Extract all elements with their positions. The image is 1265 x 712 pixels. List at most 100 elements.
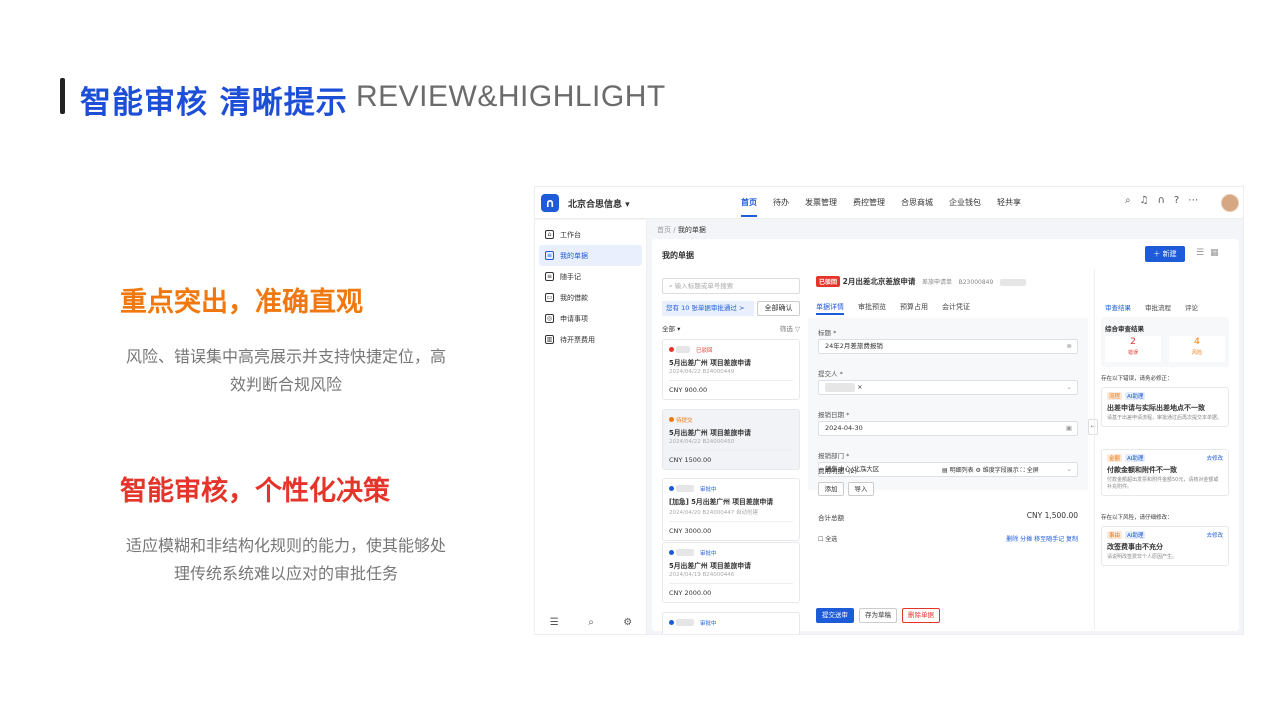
list-item[interactable]: 已驳回 5月出差广州 项目差旅申请 2024/04/22 B24000449 C… xyxy=(662,339,800,400)
feature-2-title: 智能审核，个性化决策 xyxy=(120,476,390,507)
edit-link[interactable]: 去修改 xyxy=(1206,531,1223,539)
company-switcher[interactable]: 北京合思信息 ▾ xyxy=(568,197,630,210)
main-nav: 首页 待办 发票管理 费控管理 合思商城 企业钱包 轻共享 xyxy=(741,197,1021,217)
avatar[interactable] xyxy=(1221,194,1239,212)
tab-budget[interactable]: 预算占用 xyxy=(900,302,928,312)
tab-approval-preview[interactable]: 审批预览 xyxy=(858,302,886,312)
tab-voucher[interactable]: 会计凭证 xyxy=(942,302,970,312)
item-title: [加急] 5月出差广州 项目差旅申请 xyxy=(669,498,774,506)
more-icon[interactable]: ⋯ xyxy=(1188,195,1198,206)
save-draft-button[interactable]: 存为草稿 xyxy=(859,608,897,623)
fee-details-title: 费用明细（2） * xyxy=(818,467,867,475)
feature-2-desc-line2: 理传统系统难以应对的审批任务 xyxy=(173,564,398,583)
filter-row: 全部 ▾ 筛选 ▽ xyxy=(662,323,800,333)
grid-view-icon[interactable]: ▦ xyxy=(1210,248,1219,258)
status-badge: 审批中 xyxy=(700,551,717,557)
search-icon[interactable]: ⌕ xyxy=(1125,195,1131,206)
bell-icon[interactable]: ♫ xyxy=(1140,195,1149,206)
delete-button[interactable]: 删除单据 xyxy=(902,608,940,623)
fee-tools[interactable]: ▤ 明细列表 ⚙ 维度字段展示 ⛶ 全屏 xyxy=(942,465,1039,475)
nav-mall[interactable]: 合思商城 xyxy=(901,197,933,208)
rejected-tag: 已驳回 xyxy=(816,276,841,287)
chevron-down-icon[interactable]: ⌄ xyxy=(1067,463,1072,476)
total-row: 合计总额 CNY 1,500.00 xyxy=(818,511,1078,522)
approved-notice[interactable]: 您有 10 张单据审批通过 > xyxy=(662,301,754,316)
tab-approval-flow[interactable]: 审批流程 xyxy=(1145,302,1171,312)
sidebar-item-my-docs[interactable]: ≡ 我的单据 xyxy=(539,245,642,266)
list-item[interactable]: 审批中 xyxy=(662,612,800,634)
sidebar-item-applications[interactable]: ◎ 申请事项 xyxy=(539,308,642,329)
detail-number: B23000849 xyxy=(958,279,994,286)
collapse-menu-icon[interactable]: ☰ xyxy=(550,617,559,628)
item-amount: CNY 900.00 xyxy=(669,380,793,394)
date-field[interactable]: 2024-04-30 ▣ xyxy=(818,421,1078,436)
document-detail: 已驳回 2月出差北京差旅申请 差旅申请单 B23000849 单据详情 审批预览… xyxy=(808,269,1088,629)
list-view-icon[interactable]: ☰ xyxy=(1196,248,1204,258)
submitter-field[interactable]: × ⌄ xyxy=(818,380,1078,395)
filter-all-dropdown[interactable]: 全部 ▾ xyxy=(662,325,680,333)
search-icon[interactable]: ⌕ xyxy=(588,617,594,628)
title-field[interactable]: 24年2月差旅费报销 ⊗ xyxy=(818,339,1078,354)
list-item[interactable]: 待提交 5月出差广州 项目差旅申请 2024/04/22 B24000450 C… xyxy=(662,409,800,470)
tab-comments[interactable]: 评论 xyxy=(1185,302,1198,312)
sidebar-item-notes[interactable]: ≡ 随手记 xyxy=(539,266,642,287)
search-input[interactable]: ⌕ 输入标题或单号搜索 xyxy=(662,278,800,294)
row-actions[interactable]: 删除 分摊 移至随手记 复制 xyxy=(1006,534,1078,543)
nav-wallet[interactable]: 企业钱包 xyxy=(949,197,981,208)
date-label: 报销日期 * xyxy=(818,411,850,419)
detail-header: 已驳回 2月出差北京差旅申请 差旅申请单 B23000849 xyxy=(816,276,1026,287)
calendar-icon[interactable]: ▣ xyxy=(1066,422,1072,435)
headset-icon[interactable]: ∩ xyxy=(1158,195,1165,206)
chevron-down-icon[interactable]: ⌄ xyxy=(1067,381,1072,394)
panel-title: 我的单据 xyxy=(662,251,694,260)
sidebar: ⌂ 工作台 ≡ 我的单据 ≡ 随手记 ▭ 我的借款 ◎ 申请事项 ▥ 待开票费用 ☰ ⌕ ⚙ xyxy=(535,220,647,634)
item-title: 5月出差广州 项目差旅申请 xyxy=(669,562,751,570)
review-summary: 综合审查结果 2 错误 4 风险 xyxy=(1101,317,1229,367)
nav-todo[interactable]: 待办 xyxy=(773,197,789,208)
review-item[interactable]: 流程 AI助理 出差申请与实际出差地点不一致 请基于出差申请流程，审批通过后再次提… xyxy=(1101,387,1229,427)
help-icon[interactable]: ? xyxy=(1174,195,1179,206)
item-amount: CNY 3000.00 xyxy=(669,521,793,535)
import-button[interactable]: 导入 xyxy=(848,482,874,496)
clear-icon[interactable]: ⊗ xyxy=(1067,340,1072,353)
nav-home[interactable]: 首页 xyxy=(741,197,757,217)
sidebar-item-workbench[interactable]: ⌂ 工作台 xyxy=(539,224,642,245)
filter-button[interactable]: 筛选 ▽ xyxy=(780,323,800,333)
edit-link[interactable]: 去修改 xyxy=(1206,454,1223,462)
app-logo[interactable]: ∩ xyxy=(541,194,559,212)
tab-details[interactable]: 单据详情 xyxy=(816,302,844,315)
list-item[interactable]: 审批中 5月出差广州 项目差旅申请 2024/04/19 B24000446 C… xyxy=(662,542,800,603)
risks-count-box[interactable]: 4 风险 xyxy=(1169,336,1225,362)
add-button[interactable]: 添加 xyxy=(818,482,844,496)
total-label: 合计总额 xyxy=(818,514,844,522)
total-value: CNY 1,500.00 xyxy=(1026,511,1078,520)
new-button[interactable]: ＋ 新建 xyxy=(1145,246,1185,262)
status-badge: 审批中 xyxy=(700,487,717,493)
breadcrumb-home[interactable]: 首页 xyxy=(657,226,671,234)
item-amount: CNY 1500.00 xyxy=(669,450,793,464)
feature-1-desc-line2: 效判断合规风险 xyxy=(229,375,342,394)
settings-icon[interactable]: ⚙ xyxy=(623,617,632,628)
list-item[interactable]: 审批中 [加急] 5月出差广州 项目差旅申请 2024/04/20 B24000… xyxy=(662,478,800,541)
review-item[interactable]: 事由 AI助理 去修改 改签费事由不充分 请说明改签费非个人原因产生。 xyxy=(1101,526,1229,566)
nav-share[interactable]: 轻共享 xyxy=(997,197,1021,208)
sidebar-item-loans[interactable]: ▭ 我的借款 xyxy=(539,287,642,308)
home-icon: ⌂ xyxy=(545,230,554,239)
wallet-icon: ▭ xyxy=(545,293,554,302)
select-row: ☐ 全选 删除 分摊 移至随手记 复制 xyxy=(818,534,1078,543)
tab-review-result[interactable]: 审查结果 xyxy=(1105,302,1131,312)
item-meta: 2024/04/22 B24000449 xyxy=(669,369,735,375)
nav-invoice[interactable]: 发票管理 xyxy=(805,197,837,208)
feature-2-desc-line1: 适应模糊和非结构化规则的能力，使其能够处 xyxy=(125,536,446,555)
review-item[interactable]: 金额 AI助理 去修改 付款金额和附件不一致 付款金额超出发票和附件金额50元，请… xyxy=(1101,449,1229,496)
item-meta: 2024/04/20 B24000447 自动创建 xyxy=(669,510,758,516)
title-accent-bar xyxy=(60,78,65,114)
submitter-label: 提交人 * xyxy=(818,370,843,378)
top-nav: ∩ 北京合思信息 ▾ 首页 待办 发票管理 费控管理 合思商城 企业钱包 轻共享… xyxy=(535,187,1243,219)
sidebar-item-invoice-pending[interactable]: ▥ 待开票费用 xyxy=(539,329,642,350)
confirm-all-button[interactable]: 全部确认 xyxy=(757,301,800,316)
errors-count-box[interactable]: 2 错误 xyxy=(1105,336,1161,362)
submit-button[interactable]: 提交送审 xyxy=(816,608,854,623)
nav-cost-control[interactable]: 费控管理 xyxy=(853,197,885,208)
status-badge: 已驳回 xyxy=(696,348,713,354)
